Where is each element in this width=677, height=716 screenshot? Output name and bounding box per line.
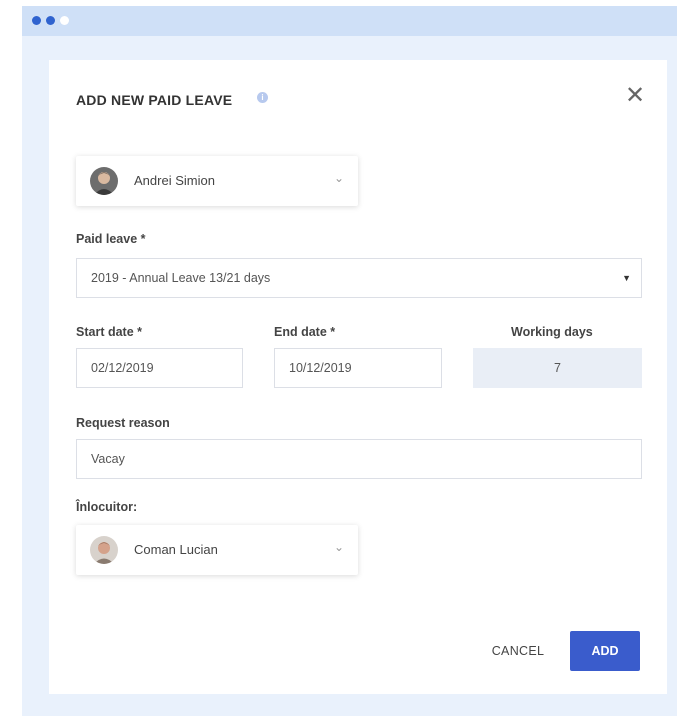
close-icon[interactable]: ✕ [621, 82, 649, 110]
avatar [90, 167, 118, 195]
replacement-select[interactable]: Coman Lucian ⌄ [76, 525, 358, 575]
window-dot-1 [32, 16, 41, 25]
info-icon[interactable]: i [257, 92, 268, 103]
replacement-label: Înlocuitor: [76, 500, 138, 514]
paid-leave-label: Paid leave * [76, 232, 146, 246]
avatar [90, 536, 118, 564]
end-date-input[interactable]: 10/12/2019 [274, 348, 442, 388]
cancel-button[interactable]: CANCEL [483, 636, 553, 666]
employee-select[interactable]: Andrei Simion ⌄ [76, 156, 358, 206]
start-date-label: Start date * [76, 325, 142, 339]
app-window: ADD NEW PAID LEAVE i ✕ Andrei Simion ⌄ P… [22, 6, 677, 716]
replacement-name: Coman Lucian [134, 542, 218, 557]
chevron-down-icon: ⌄ [333, 171, 344, 185]
window-dot-2 [46, 16, 55, 25]
end-date-label: End date * [274, 325, 336, 339]
paid-leave-value: 2019 - Annual Leave 13/21 days [91, 271, 271, 285]
request-reason-label: Request reason [76, 416, 170, 430]
request-reason-input[interactable]: Vacay [76, 439, 642, 479]
employee-name: Andrei Simion [134, 173, 215, 188]
chevron-down-icon: ⌄ [333, 540, 344, 554]
add-paid-leave-modal: ADD NEW PAID LEAVE i ✕ Andrei Simion ⌄ P… [49, 60, 667, 694]
modal-title: ADD NEW PAID LEAVE [76, 92, 233, 108]
working-days-label: Working days [511, 325, 593, 339]
working-days-field: 7 [473, 348, 642, 388]
window-titlebar [22, 6, 677, 36]
window-dot-3 [60, 16, 69, 25]
start-date-input[interactable]: 02/12/2019 [76, 348, 243, 388]
add-button[interactable]: ADD [570, 631, 640, 671]
caret-down-icon: ▼ [622, 273, 631, 283]
paid-leave-select[interactable]: 2019 - Annual Leave 13/21 days ▼ [76, 258, 642, 298]
